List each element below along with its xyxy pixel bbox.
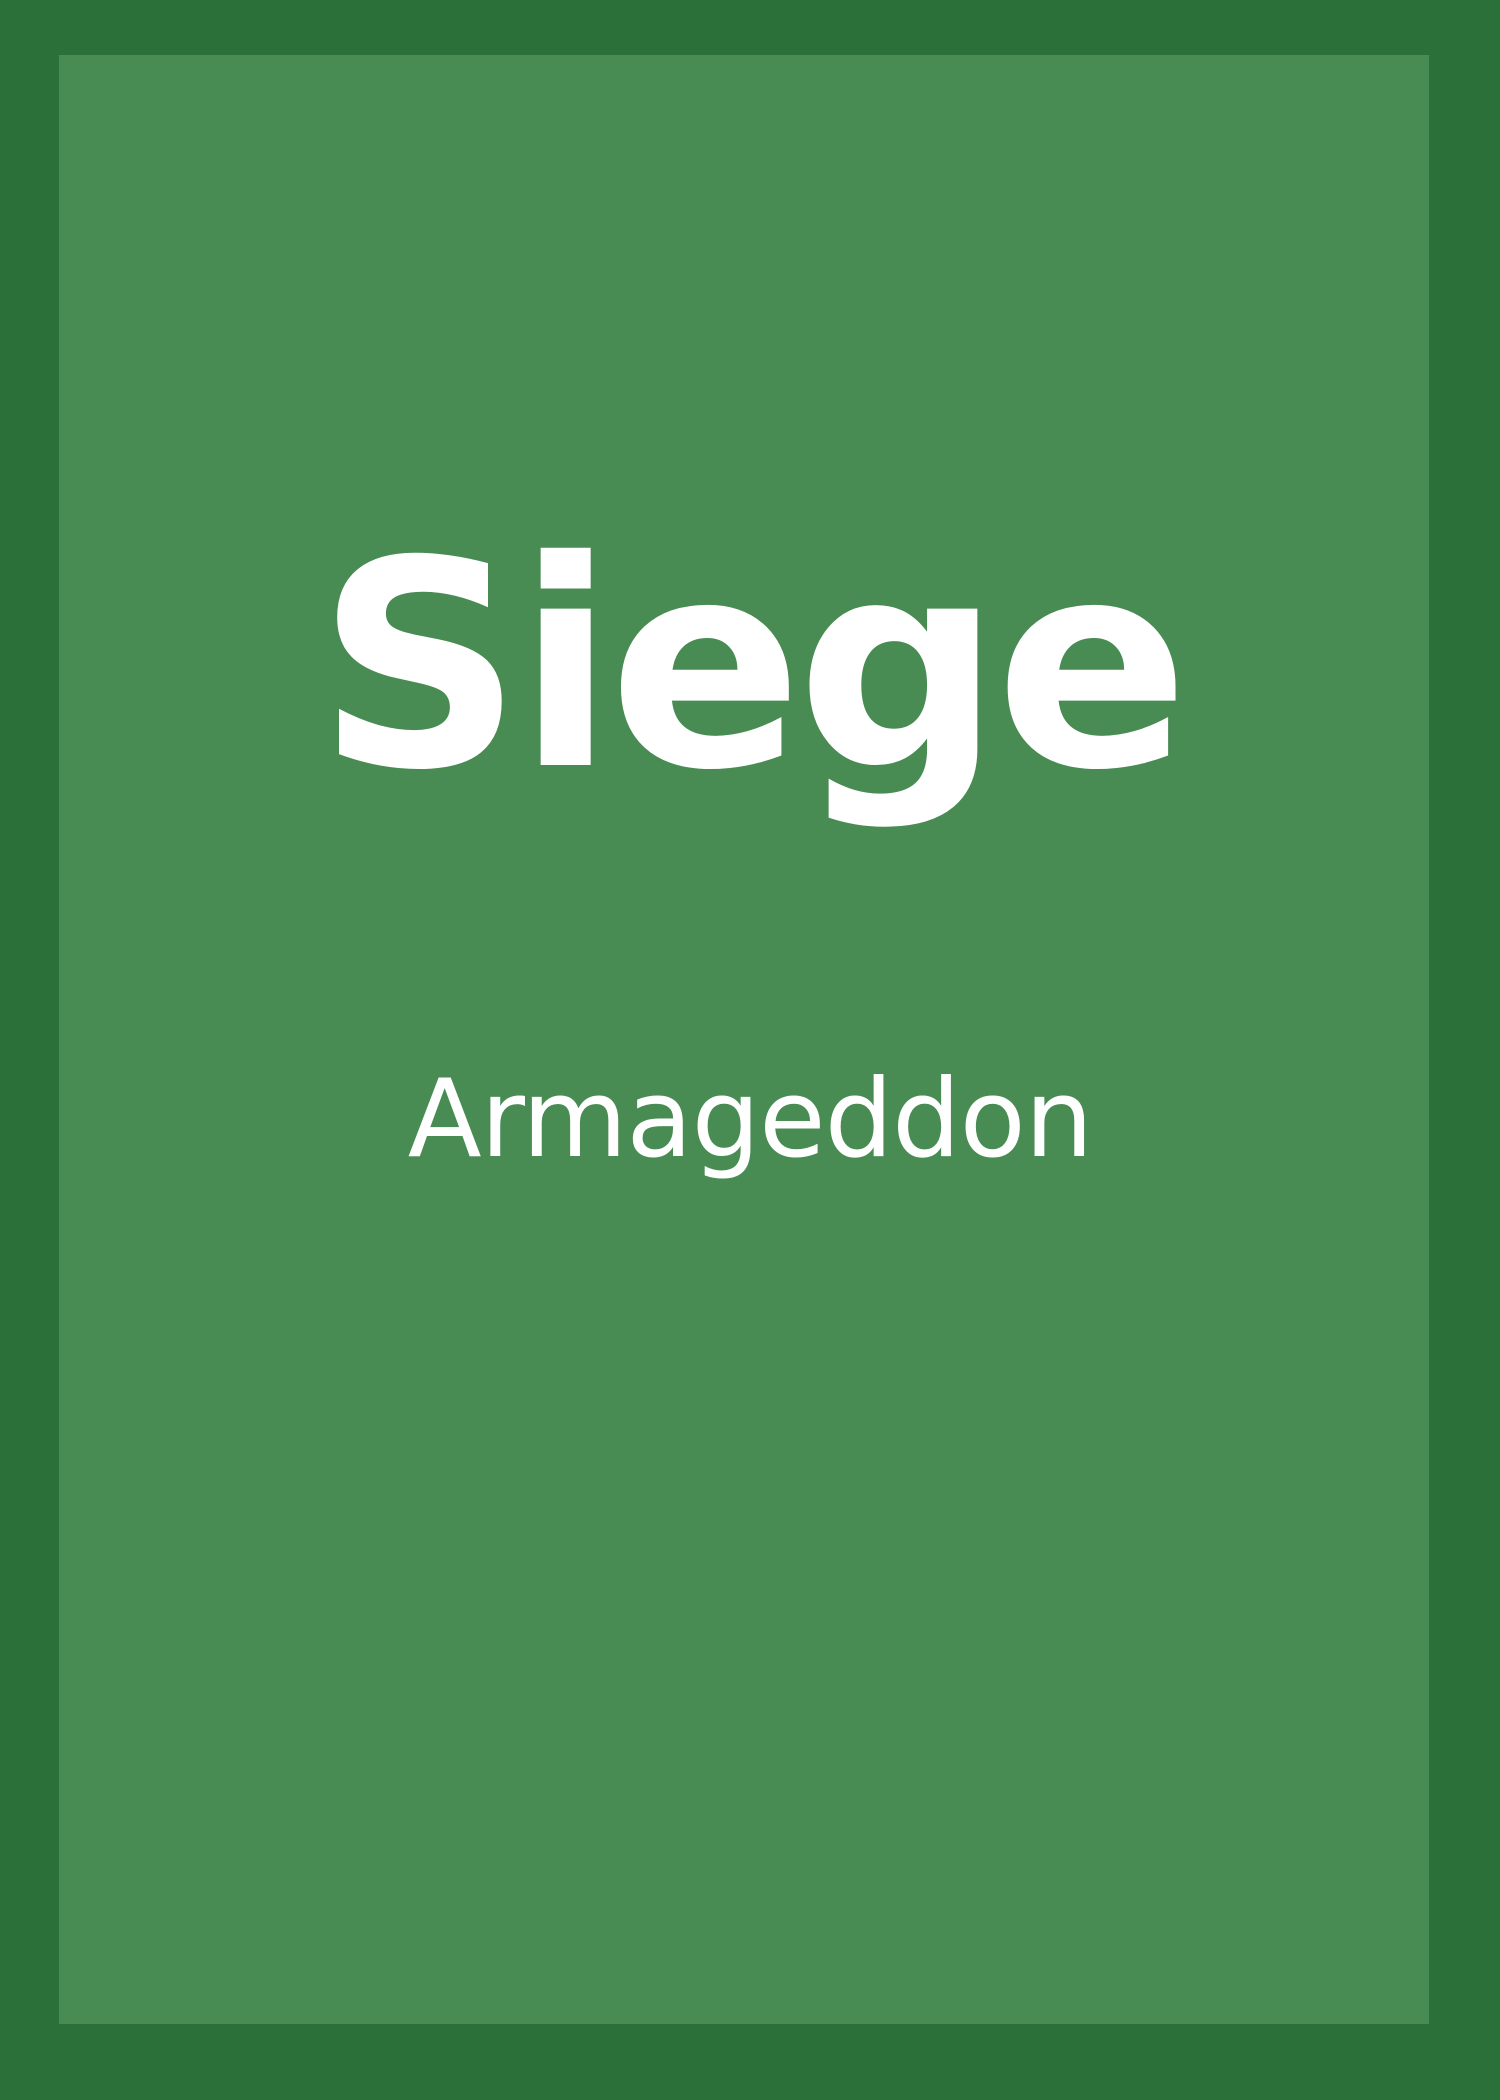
cover-panel [59, 55, 1429, 2024]
cover-title: Siege [316, 501, 1190, 833]
cover-subtitle: Armageddon [407, 1057, 1093, 1182]
cover-frame: Siege Armageddon [0, 0, 1500, 2100]
